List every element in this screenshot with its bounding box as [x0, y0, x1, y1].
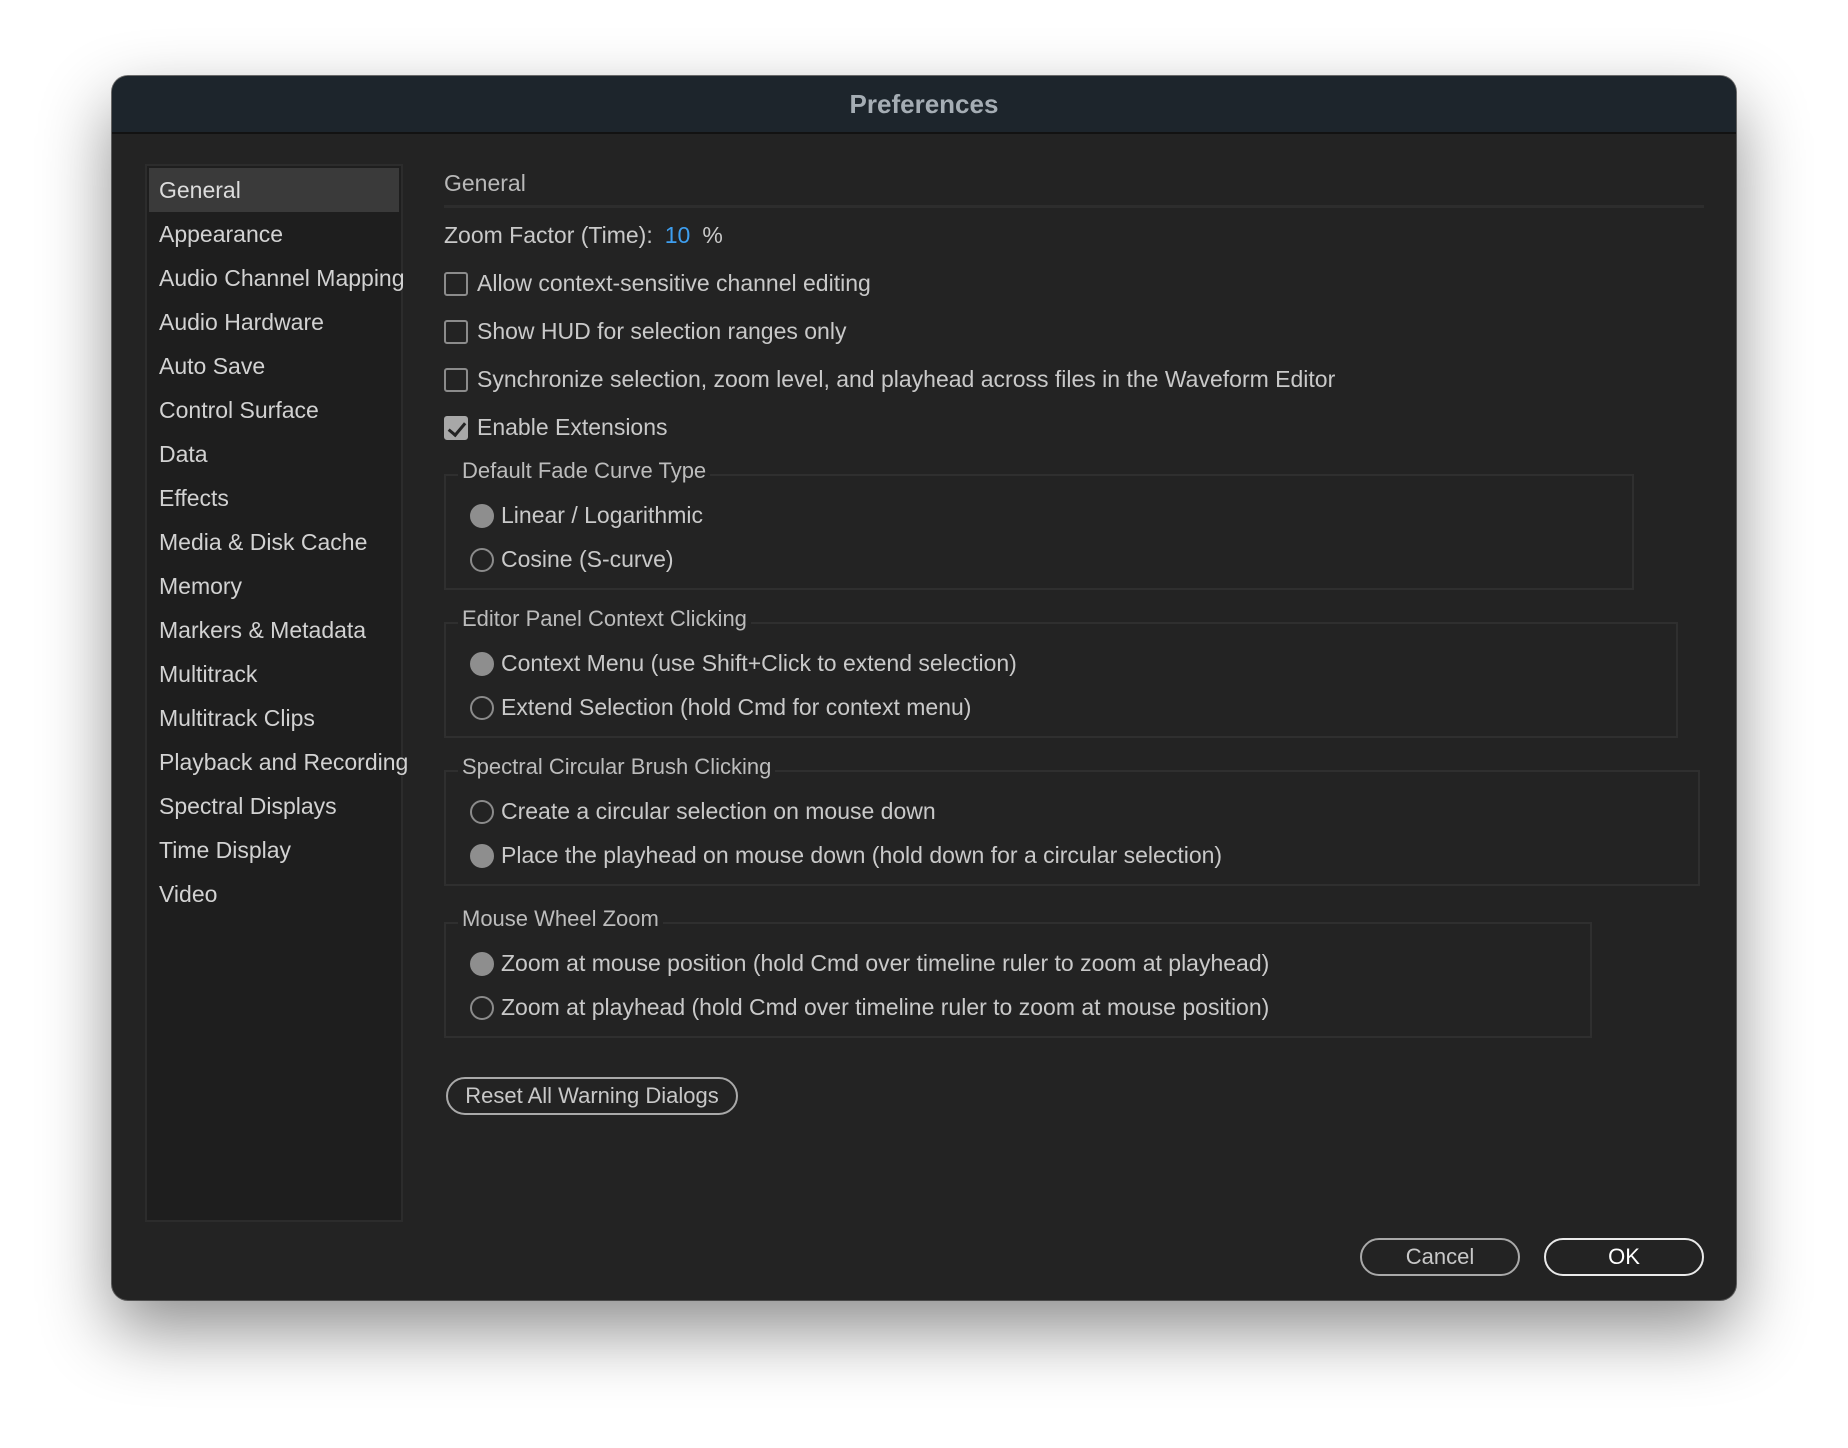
sidebar-item-general[interactable]: General: [149, 168, 399, 212]
zoom-factor-row: Zoom Factor (Time): 10 %: [444, 222, 723, 249]
sidebar-item-multitrack-clips[interactable]: Multitrack Clips: [149, 696, 399, 740]
group-title: Default Fade Curve Type: [458, 458, 711, 484]
radio-row-place-playhead[interactable]: Place the playhead on mouse down (hold d…: [470, 842, 1222, 869]
group-spectral-brush: Spectral Circular Brush Clicking Create …: [444, 754, 1700, 886]
checkbox-label: Show HUD for selection ranges only: [477, 318, 847, 344]
sidebar-item-spectral-displays[interactable]: Spectral Displays: [149, 784, 399, 828]
group-default-fade-curve: Default Fade Curve Type Linear / Logarit…: [444, 458, 1634, 590]
checkbox-label: Enable Extensions: [477, 414, 668, 440]
group-title: Editor Panel Context Clicking: [458, 606, 751, 632]
checkbox-synchronize[interactable]: [444, 367, 468, 392]
zoom-factor-value[interactable]: 10: [665, 222, 691, 249]
sidebar-item-video[interactable]: Video: [149, 872, 399, 916]
radio-row-context-menu[interactable]: Context Menu (use Shift+Click to extend …: [470, 650, 1017, 677]
checkbox-show-hud-row[interactable]: Show HUD for selection ranges only: [444, 318, 846, 345]
radio-zoom-playhead[interactable]: [470, 995, 494, 1020]
radio-label: Place the playhead on mouse down (hold d…: [501, 842, 1223, 868]
group-title: Mouse Wheel Zoom: [458, 906, 663, 932]
sidebar-item-audio-hardware[interactable]: Audio Hardware: [149, 300, 399, 344]
radio-row-cosine[interactable]: Cosine (S-curve): [470, 546, 674, 573]
checkbox-label: Synchronize selection, zoom level, and p…: [477, 366, 1336, 392]
preferences-window: Preferences General Appearance Audio Cha…: [112, 76, 1736, 1300]
sidebar-item-data[interactable]: Data: [149, 432, 399, 476]
window-title: Preferences: [849, 88, 999, 119]
group-editor-panel-context: Editor Panel Context Clicking Context Me…: [444, 606, 1678, 738]
sidebar-item-audio-channel-mapping[interactable]: Audio Channel Mapping: [149, 256, 405, 300]
radio-zoom-mouse-position[interactable]: [470, 951, 494, 976]
sidebar-item-time-display[interactable]: Time Display: [149, 828, 399, 872]
checkbox-context-sensitive-row[interactable]: Allow context-sensitive channel editing: [444, 270, 871, 297]
sidebar-item-playback-recording[interactable]: Playback and Recording: [149, 740, 408, 784]
section-header: General: [444, 164, 1704, 208]
checkbox-enable-extensions-row[interactable]: Enable Extensions: [444, 414, 668, 441]
checkbox-synchronize-row[interactable]: Synchronize selection, zoom level, and p…: [444, 366, 1335, 393]
sidebar: General Appearance Audio Channel Mapping…: [145, 164, 408, 1222]
radio-label: Cosine (S-curve): [501, 546, 674, 572]
radio-cosine[interactable]: [470, 547, 494, 572]
radio-extend-selection[interactable]: [470, 695, 494, 720]
sidebar-item-effects[interactable]: Effects: [149, 476, 399, 520]
checkbox-context-sensitive[interactable]: [444, 271, 468, 296]
general-panel: General Zoom Factor (Time): 10 % Allow c…: [444, 164, 1704, 1164]
reset-warning-dialogs-button[interactable]: Reset All Warning Dialogs: [446, 1077, 738, 1115]
radio-place-playhead[interactable]: [470, 843, 494, 868]
radio-label: Zoom at playhead (hold Cmd over timeline…: [501, 994, 1270, 1020]
group-mouse-wheel-zoom: Mouse Wheel Zoom Zoom at mouse position …: [444, 906, 1592, 1038]
sidebar-item-media-disk-cache[interactable]: Media & Disk Cache: [149, 520, 399, 564]
checkbox-enable-extensions[interactable]: [444, 415, 468, 440]
cancel-button[interactable]: Cancel: [1360, 1238, 1520, 1276]
zoom-factor-unit: %: [702, 222, 723, 248]
radio-context-menu[interactable]: [470, 651, 494, 676]
radio-row-zoom-playhead[interactable]: Zoom at playhead (hold Cmd over timeline…: [470, 994, 1269, 1021]
radio-label: Linear / Logarithmic: [501, 502, 703, 528]
sidebar-item-auto-save[interactable]: Auto Save: [149, 344, 399, 388]
checkbox-label: Allow context-sensitive channel editing: [477, 270, 871, 296]
ok-button[interactable]: OK: [1544, 1238, 1704, 1276]
title-bar[interactable]: Preferences: [112, 76, 1736, 134]
sidebar-item-control-surface[interactable]: Control Surface: [149, 388, 399, 432]
sidebar-item-markers-metadata[interactable]: Markers & Metadata: [149, 608, 399, 652]
radio-label: Create a circular selection on mouse dow…: [501, 798, 936, 824]
radio-row-linear-logarithmic[interactable]: Linear / Logarithmic: [470, 502, 703, 529]
radio-row-circular-selection[interactable]: Create a circular selection on mouse dow…: [470, 798, 936, 825]
sidebar-item-multitrack[interactable]: Multitrack: [149, 652, 399, 696]
radio-row-extend-selection[interactable]: Extend Selection (hold Cmd for context m…: [470, 694, 971, 721]
sidebar-item-memory[interactable]: Memory: [149, 564, 399, 608]
zoom-factor-label: Zoom Factor (Time):: [444, 222, 653, 248]
radio-label: Zoom at mouse position (hold Cmd over ti…: [501, 950, 1270, 976]
checkbox-show-hud[interactable]: [444, 319, 468, 344]
radio-label: Context Menu (use Shift+Click to extend …: [501, 650, 1017, 676]
radio-row-zoom-mouse-position[interactable]: Zoom at mouse position (hold Cmd over ti…: [470, 950, 1269, 977]
radio-label: Extend Selection (hold Cmd for context m…: [501, 694, 972, 720]
group-title: Spectral Circular Brush Clicking: [458, 754, 776, 780]
sidebar-item-appearance[interactable]: Appearance: [149, 212, 399, 256]
radio-linear-logarithmic[interactable]: [470, 503, 494, 528]
radio-circular-selection[interactable]: [470, 799, 494, 824]
